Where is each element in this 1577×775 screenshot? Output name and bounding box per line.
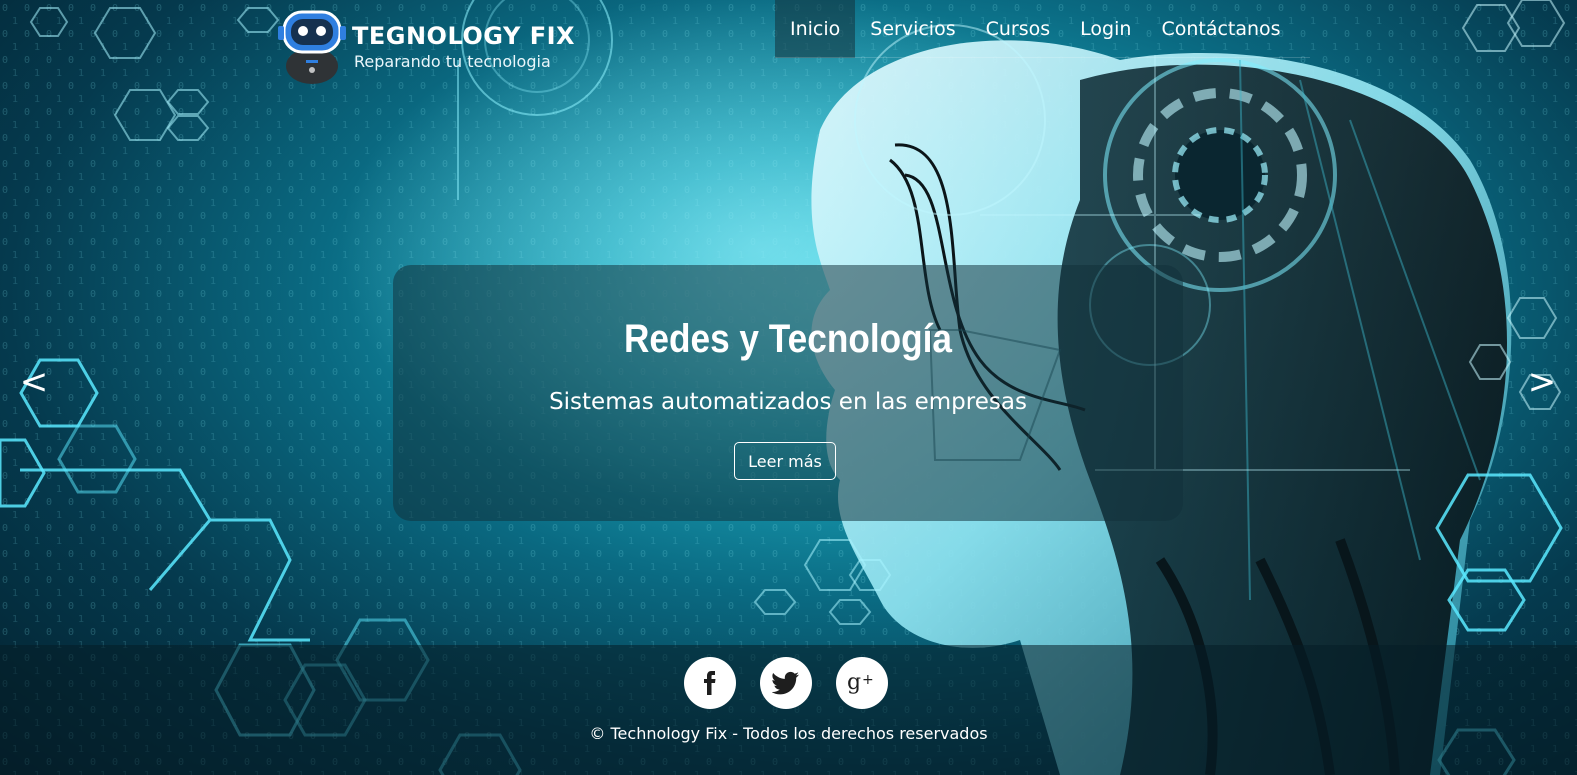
carousel-next-arrow[interactable]: > bbox=[1522, 360, 1562, 404]
nav-item-login[interactable]: Login bbox=[1065, 0, 1146, 58]
carousel-caption: Redes y Tecnología Sistemas automatizado… bbox=[393, 265, 1183, 521]
carousel-subtitle: Sistemas automatizados en las empresas bbox=[549, 389, 1027, 415]
nav-item-servicios[interactable]: Servicios bbox=[855, 0, 970, 58]
twitter-link[interactable] bbox=[760, 657, 812, 709]
google-plus-link[interactable]: g + bbox=[836, 657, 888, 709]
robot-logo-icon bbox=[278, 10, 346, 84]
brand-logo[interactable]: TEGNOLOGY FIX Reparando tu tecnologia bbox=[276, 4, 576, 86]
read-more-button[interactable]: Leer más bbox=[734, 442, 836, 480]
facebook-icon bbox=[704, 671, 716, 695]
main-nav: Inicio Servicios Cursos Login Contáctano… bbox=[775, 0, 1296, 58]
landing-page: 0 1 bbox=[0, 0, 1577, 775]
nav-item-contactanos[interactable]: Contáctanos bbox=[1146, 0, 1295, 58]
copyright-text: © Technology Fix - Todos los derechos re… bbox=[589, 724, 988, 743]
nav-item-inicio[interactable]: Inicio bbox=[775, 0, 856, 58]
svg-text:g: g bbox=[847, 670, 861, 695]
svg-text:+: + bbox=[862, 672, 874, 688]
carousel-prev-arrow[interactable]: < bbox=[14, 360, 54, 404]
brand-subtitle: Reparando tu tecnologia bbox=[354, 52, 551, 71]
twitter-icon bbox=[772, 671, 799, 695]
nav-item-cursos[interactable]: Cursos bbox=[971, 0, 1066, 58]
google-plus-icon: g + bbox=[847, 670, 874, 695]
facebook-link[interactable] bbox=[684, 657, 736, 709]
site-footer: g + © Technology Fix - Todos los derecho… bbox=[0, 645, 1577, 775]
brand-title: TEGNOLOGY FIX bbox=[352, 22, 576, 50]
nav-divider bbox=[775, 57, 1310, 58]
carousel-title: Redes y Tecnología bbox=[624, 317, 952, 361]
